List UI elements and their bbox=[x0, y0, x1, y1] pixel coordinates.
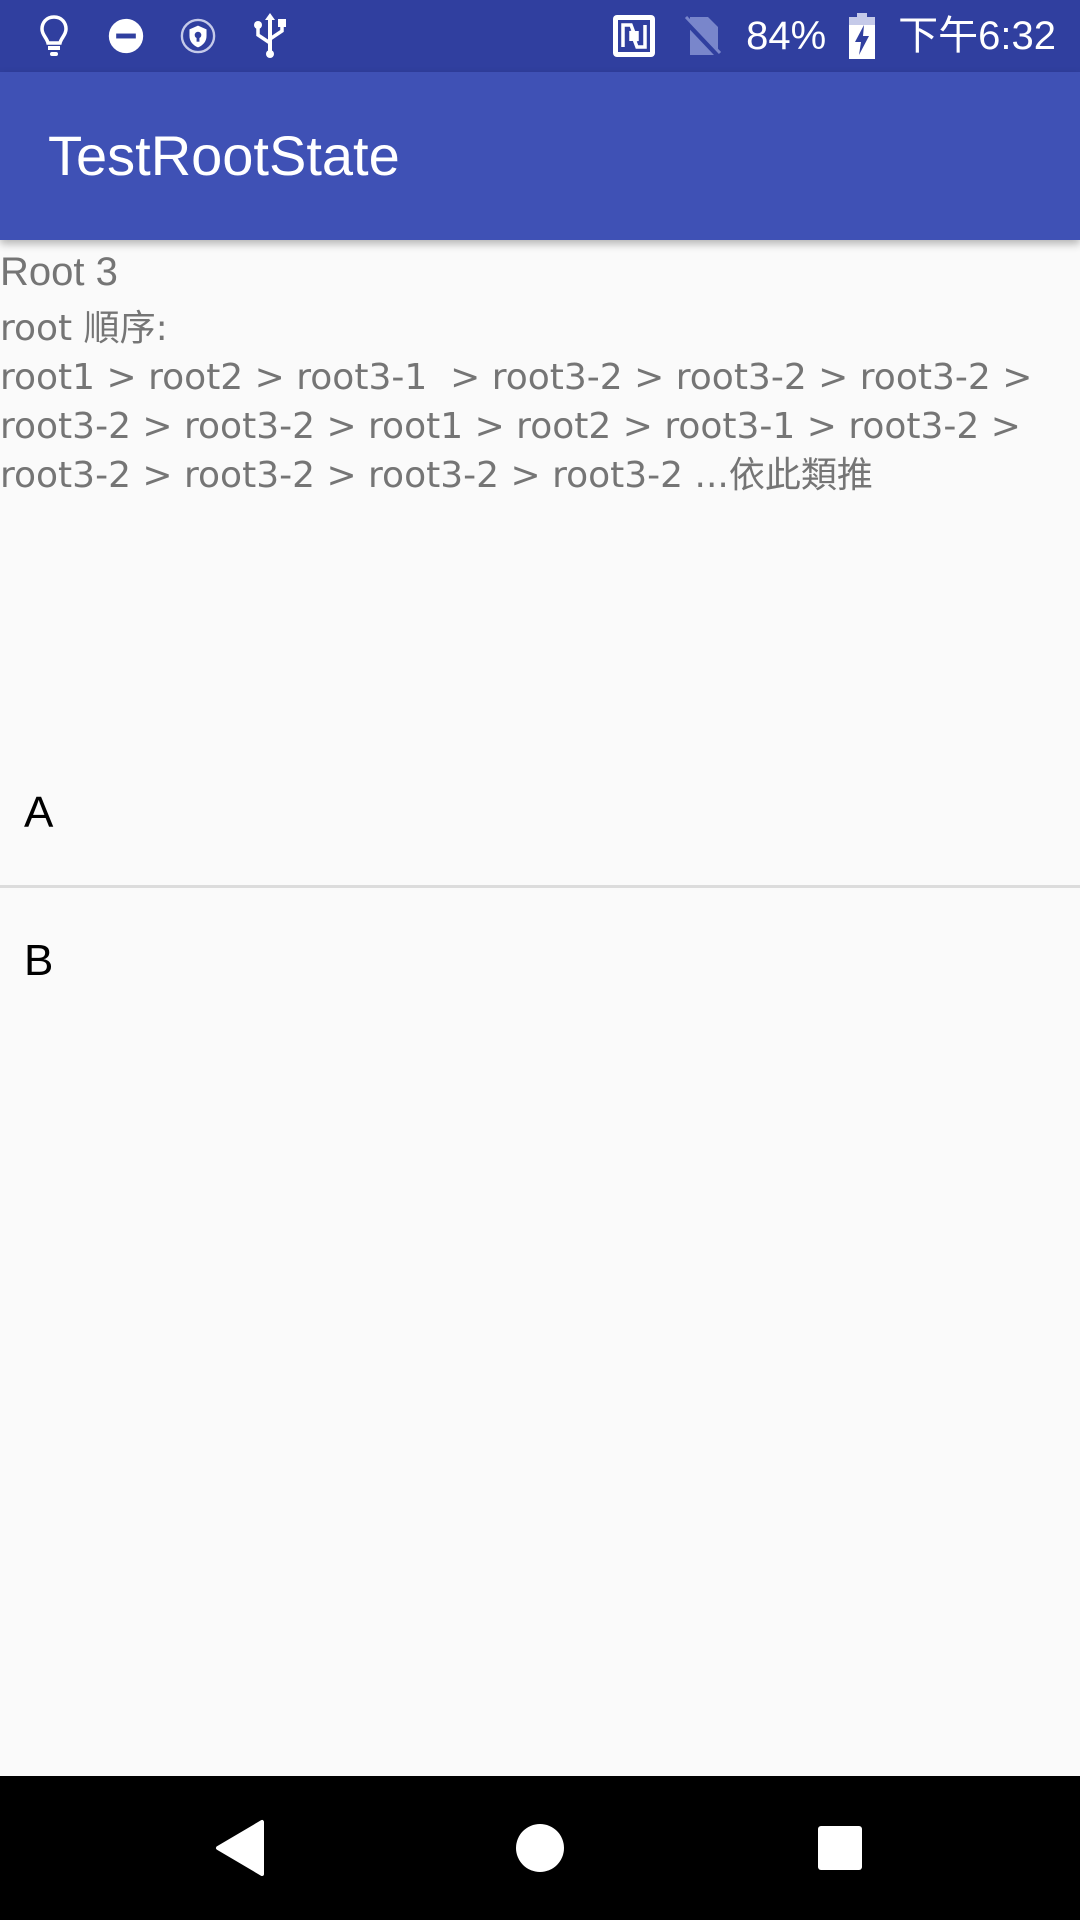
recents-icon bbox=[818, 1826, 862, 1870]
recents-button[interactable] bbox=[768, 1776, 912, 1920]
no-sim-icon bbox=[680, 14, 724, 59]
root-order-line-2: root3-2 > root3-2 > root1 > root2 > root… bbox=[0, 406, 1021, 447]
app-bar: TestRootState bbox=[0, 72, 1080, 240]
root-order-line-3: root3-2 > root3-2 > root3-2 > root3-2 ..… bbox=[0, 455, 873, 496]
battery-charging-icon bbox=[848, 13, 876, 59]
list-item-label: A bbox=[24, 788, 54, 837]
do-not-disturb-icon bbox=[108, 14, 144, 58]
navigation-bar bbox=[0, 1776, 1080, 1920]
back-button[interactable] bbox=[168, 1776, 312, 1920]
app-title: TestRootState bbox=[48, 124, 400, 187]
home-icon bbox=[516, 1824, 564, 1872]
status-bar: 84% 下午6:32 bbox=[0, 0, 1080, 72]
root-order-label: root 順序: bbox=[0, 308, 168, 349]
vpn-shield-icon bbox=[180, 14, 216, 58]
home-button[interactable] bbox=[468, 1776, 612, 1920]
battery-percent: 84% bbox=[746, 14, 827, 58]
nfc-icon bbox=[610, 14, 658, 58]
status-left-icons bbox=[36, 0, 288, 72]
list-item-label: B bbox=[24, 936, 54, 985]
back-icon bbox=[216, 1820, 264, 1876]
list-item-b[interactable]: B bbox=[0, 888, 1080, 1033]
lightbulb-icon bbox=[36, 14, 72, 58]
status-right-icons: 84% 下午6:32 bbox=[610, 0, 1056, 72]
root-order-text: root 順序: root1 > root2 > root3-1 > root3… bbox=[0, 304, 1080, 500]
list-item-a[interactable]: A bbox=[0, 740, 1080, 885]
root-title: Root 3 bbox=[0, 250, 118, 294]
root-order-line-1: root1 > root2 > root3-1 > root3-2 > root… bbox=[0, 357, 1033, 398]
status-time: 下午6:32 bbox=[898, 14, 1056, 58]
usb-icon bbox=[252, 13, 288, 58]
